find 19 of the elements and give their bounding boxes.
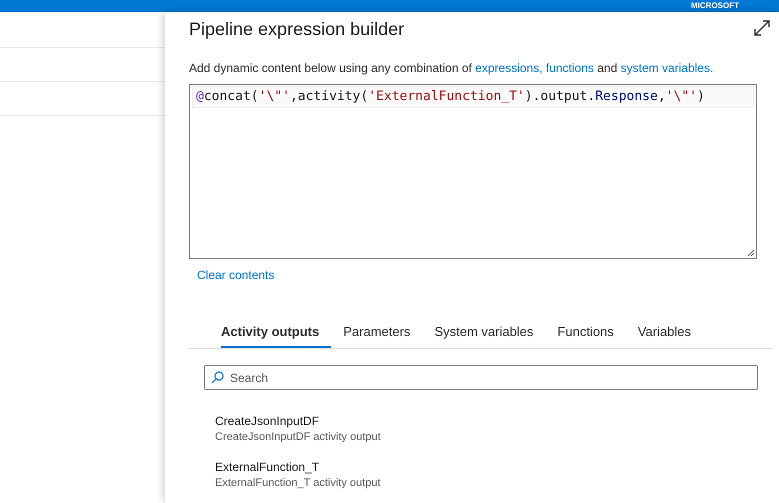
tab[interactable]: Activity outputs — [221, 316, 332, 348]
description-text: Add dynamic content below using any combination of expressions, functions and system variables. — [189, 60, 714, 76]
help-link[interactable]: system variables. — [620, 61, 714, 75]
search-field[interactable]: Search — [204, 365, 758, 390]
brand-label: MICROSOFT — [691, 0, 740, 12]
clear-contents-link[interactable]: Clear contents — [197, 268, 274, 282]
resize-grip-icon[interactable] — [747, 249, 755, 257]
output-description: ExternalFunction_T activity output — [215, 476, 382, 490]
expand-icon[interactable] — [753, 19, 771, 37]
panel-title: Pipeline expression builder — [189, 18, 404, 41]
output-name[interactable]: ExternalFunction_T — [215, 458, 773, 476]
tab[interactable]: System variables — [434, 316, 546, 348]
output-name[interactable]: CreateJsonInputDF — [215, 412, 773, 430]
tab[interactable]: Parameters — [343, 316, 422, 348]
help-link[interactable]: expressions, functions — [475, 61, 594, 75]
tab[interactable]: Functions — [557, 316, 626, 348]
expression-input[interactable]: @concat('\"',activity('ExternalFunction_T').output.Response,'\"') — [189, 84, 757, 259]
output-description: CreateJsonInputDF activity output — [215, 430, 382, 444]
tab[interactable]: Variables — [638, 316, 704, 348]
